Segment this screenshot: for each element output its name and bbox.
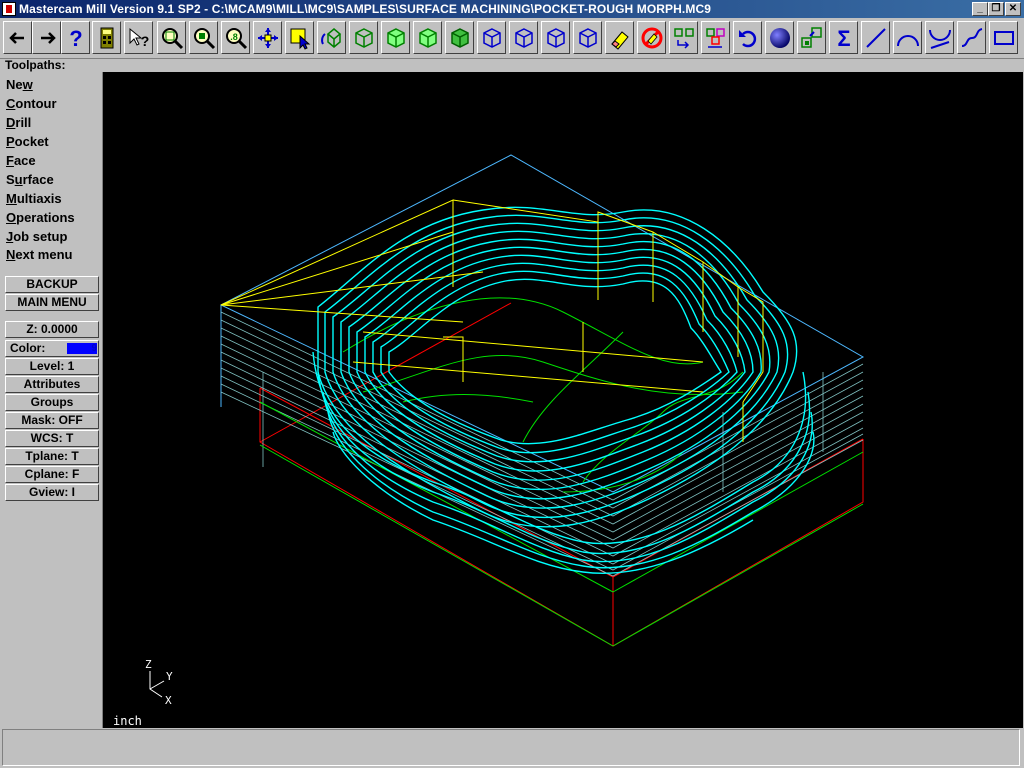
arc-icon[interactable] [893, 21, 922, 54]
cube-view-2-icon[interactable] [381, 21, 410, 54]
main-menu-button[interactable]: MAIN MENU [5, 294, 99, 311]
svg-text:Σ: Σ [837, 26, 850, 50]
sphere-icon[interactable] [765, 21, 794, 54]
cube-view-1-icon[interactable] [349, 21, 378, 54]
help-icon[interactable]: ? [61, 21, 90, 54]
transform-1-icon[interactable] [669, 21, 698, 54]
transform-2-icon[interactable] [701, 21, 730, 54]
menu-item-operations[interactable]: Operations [6, 210, 75, 226]
status-bar [2, 729, 1020, 766]
gview-button[interactable]: Gview: I [5, 484, 99, 501]
menu-item-job-setup[interactable]: Job setup [6, 229, 67, 245]
close-button[interactable]: ✕ [1005, 2, 1021, 16]
no-delete-icon[interactable] [637, 21, 666, 54]
menu-item-multiaxis[interactable]: Multiaxis [6, 191, 62, 207]
axis-y-label: Y [166, 670, 173, 683]
cube-view-6-icon[interactable] [509, 21, 538, 54]
menu-item-next-menu[interactable]: Next menu [6, 247, 72, 263]
attributes-button[interactable]: Attributes [5, 376, 99, 393]
units-label: inch [113, 714, 142, 728]
zoom-scale-icon[interactable]: .8 [221, 21, 250, 54]
axis-z-label: Z [145, 658, 152, 671]
prompt-label: Toolpaths: [5, 58, 66, 72]
cube-view-4-icon[interactable] [445, 21, 474, 54]
axis-x-label: X [165, 694, 172, 707]
minimize-button[interactable]: _ [972, 2, 988, 16]
groups-button[interactable]: Groups [5, 394, 99, 411]
wcs-button[interactable]: WCS: T [5, 430, 99, 447]
wall-layers [220, 311, 864, 577]
select-icon[interactable] [285, 21, 314, 54]
menu-item-face[interactable]: Face [6, 153, 36, 169]
zoom-unzoom-icon[interactable] [189, 21, 218, 54]
cube-view-5-icon[interactable] [477, 21, 506, 54]
back-arrow-icon[interactable] [3, 21, 32, 54]
mastercam-app-icon[interactable] [2, 2, 16, 16]
main-toolbar: ? ? .8 Σ [0, 18, 1024, 59]
line-icon[interactable] [861, 21, 890, 54]
spline-icon[interactable] [957, 21, 986, 54]
pan-icon[interactable] [253, 21, 282, 54]
svg-text:?: ? [140, 33, 149, 49]
backup-button[interactable]: BACKUP [5, 276, 99, 293]
cplane-button[interactable]: Cplane: F [5, 466, 99, 483]
svg-text:?: ? [69, 26, 82, 50]
menu-item-pocket[interactable]: Pocket [6, 134, 49, 150]
restore-button[interactable]: ❐ [988, 2, 1004, 16]
pointer-help-icon[interactable]: ? [124, 21, 153, 54]
calculator-icon[interactable] [92, 21, 121, 54]
color-label: Color: [10, 341, 46, 355]
title-bar[interactable]: Mastercam Mill Version 9.1 SP2 - C:\MCAM… [0, 0, 1024, 18]
cube-view-3-icon[interactable] [413, 21, 442, 54]
menu-panel: New Contour Drill Pocket Face Surface Mu… [0, 72, 102, 727]
eraser-icon[interactable] [605, 21, 634, 54]
color-button[interactable]: Color: 9 [5, 340, 99, 357]
mask-button[interactable]: Mask: OFF [5, 412, 99, 429]
multi-transform-icon[interactable] [797, 21, 826, 54]
rotate-icon[interactable] [317, 21, 346, 54]
stock-box [259, 302, 864, 647]
cube-view-7-icon[interactable] [541, 21, 570, 54]
svg-text:.8: .8 [230, 32, 238, 42]
menu-item-new[interactable]: New [6, 77, 33, 93]
surface-lines [259, 297, 864, 647]
trim-icon[interactable] [925, 21, 954, 54]
toolpath-drawing [219, 154, 865, 647]
z-depth-button[interactable]: Z: 0.0000 [5, 321, 99, 338]
rectangle-icon[interactable] [989, 21, 1018, 54]
forward-arrow-icon[interactable] [32, 21, 61, 54]
tplane-button[interactable]: Tplane: T [5, 448, 99, 465]
sigma-icon[interactable]: Σ [829, 21, 858, 54]
menu-item-drill[interactable]: Drill [6, 115, 31, 131]
zoom-window-icon[interactable] [157, 21, 186, 54]
window-title: Mastercam Mill Version 9.1 SP2 - C:\MCAM… [19, 2, 711, 16]
color-swatch: 9 [67, 343, 97, 354]
menu-item-contour[interactable]: Contour [6, 96, 57, 112]
graphics-viewport[interactable]: Z Y X inch [102, 72, 1023, 728]
undo-icon[interactable] [733, 21, 762, 54]
cube-view-8-icon[interactable] [573, 21, 602, 54]
menu-item-surface[interactable]: Surface [6, 172, 54, 188]
level-button[interactable]: Level: 1 [5, 358, 99, 375]
